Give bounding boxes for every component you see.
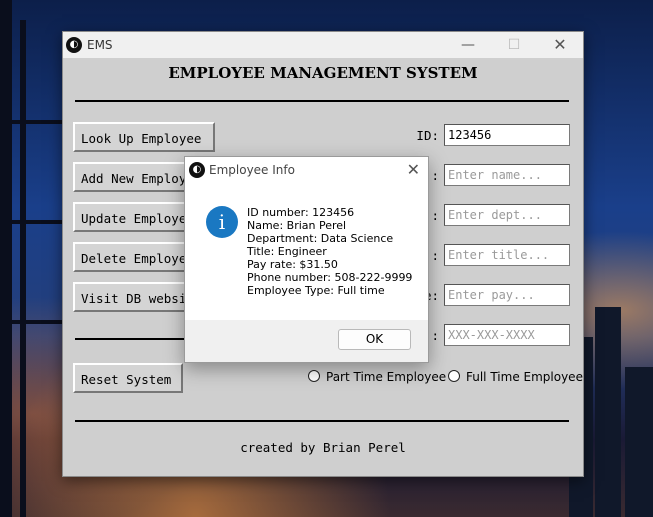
dialog-line: Name: Brian Perel	[247, 219, 347, 232]
employee-info-dialog: ◐ Employee Info ✕ i ID number: 123456 Na…	[184, 156, 429, 363]
credit-text: created by Brian Perel	[240, 440, 406, 455]
phone-input[interactable]: XXX-XXX-XXXX	[444, 324, 570, 346]
dialog-close-button[interactable]: ✕	[407, 160, 420, 179]
close-button[interactable]: ✕	[537, 32, 583, 58]
ok-button[interactable]: OK	[338, 329, 411, 350]
divider-middle	[75, 338, 195, 340]
divider-top	[75, 100, 569, 102]
title-bar: ◐ EMS — ☐ ✕	[63, 32, 583, 58]
radio-dot	[308, 370, 320, 382]
dialog-line: Title: Engineer	[247, 245, 327, 258]
part-time-label: Part Time Employee	[326, 370, 447, 384]
part-time-radio[interactable]: Part Time Employee	[308, 370, 446, 384]
info-icon: i	[206, 206, 238, 238]
minimize-button[interactable]: —	[445, 32, 491, 58]
window-title: EMS	[87, 38, 113, 52]
dialog-line: ID number: 123456	[247, 206, 355, 219]
title-input[interactable]: Enter title...	[444, 244, 570, 266]
dialog-title: Employee Info	[209, 163, 295, 177]
radio-dot	[448, 370, 460, 382]
dialog-line: Phone number: 508-222-9999	[247, 271, 413, 284]
dialog-message: ID number: 123456 Name: Brian Perel Depa…	[247, 206, 412, 297]
reset-system-button[interactable]: Reset System	[73, 363, 183, 393]
app-logo-icon: ◐	[189, 162, 205, 178]
look-up-employee-button[interactable]: Look Up Employee	[73, 122, 215, 152]
dialog-line: Department: Data Science	[247, 232, 394, 245]
maximize-button[interactable]: ☐	[491, 32, 537, 58]
pay-input[interactable]: Enter pay...	[444, 284, 570, 306]
dialog-line: Employee Type: Full time	[247, 284, 385, 297]
full-time-label: Full Time Employee	[466, 370, 583, 384]
app-logo-icon: ◐	[66, 37, 82, 53]
divider-bottom	[75, 420, 569, 422]
bridge-silhouette	[0, 0, 70, 517]
id-label: ID:	[416, 128, 439, 143]
page-title: EMPLOYEE MANAGEMENT SYSTEM	[168, 64, 478, 82]
id-input[interactable]: 123456	[444, 124, 570, 146]
dialog-line: Pay rate: $31.50	[247, 258, 338, 271]
name-input[interactable]: Enter name...	[444, 164, 570, 186]
dept-input[interactable]: Enter dept...	[444, 204, 570, 226]
full-time-radio[interactable]: Full Time Employee	[448, 370, 583, 384]
